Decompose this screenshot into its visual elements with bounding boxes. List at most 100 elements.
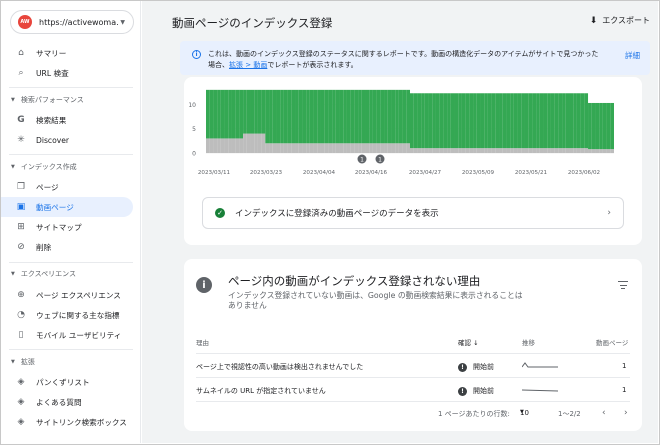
bar-not-indexed (543, 148, 548, 153)
table-row[interactable]: ページ上で視認性の高い動画は検出されませんでした ! 開始前 1 (196, 353, 630, 377)
bar-not-indexed (461, 148, 466, 153)
section-enhancements[interactable]: ▼ 拡張 (11, 357, 35, 367)
bar-indexed (569, 93, 574, 149)
bar-indexed (265, 89, 270, 144)
chevron-right-icon[interactable]: › (624, 408, 628, 418)
bar-not-indexed (550, 148, 555, 153)
bar-indexed (610, 102, 614, 150)
bar-indexed (398, 89, 403, 144)
bar-not-indexed (235, 138, 240, 153)
reason-cell: ページ上で視認性の高い動画は検出されませんでした (196, 363, 364, 371)
sidebar-item-discover[interactable]: ✳ Discover (1, 130, 133, 150)
chevron-left-icon[interactable]: ‹ (602, 408, 606, 418)
sidebar-item-label: よくある質問 (36, 397, 82, 407)
sidebar-item-faq[interactable]: ◈ よくある質問 (1, 392, 133, 412)
bar-not-indexed (391, 143, 396, 153)
bar-indexed (517, 93, 522, 149)
bar-not-indexed (487, 148, 492, 153)
section-experience[interactable]: ▼ エクスペリエンス (11, 269, 76, 279)
bar-not-indexed (573, 148, 577, 153)
sidebar-item-mobile-usability[interactable]: ▯ モバイル ユーザビリティ (1, 325, 133, 345)
sidebar-item-search-results[interactable]: G 検索結果 (1, 110, 133, 130)
export-button[interactable]: ⬇ エクスポート (590, 15, 650, 26)
bar-indexed (495, 93, 500, 149)
column-header-reason[interactable]: 理由 (196, 337, 209, 347)
bar-not-indexed (369, 143, 373, 153)
bar-not-indexed (313, 143, 318, 153)
bar-not-indexed (484, 148, 488, 153)
bar-not-indexed (465, 148, 470, 153)
filter-icon[interactable] (618, 281, 628, 292)
column-header-pages[interactable]: 動画ページ (596, 337, 628, 347)
bar-not-indexed (402, 143, 407, 153)
bar-indexed (295, 89, 299, 144)
bar-indexed (576, 93, 581, 149)
column-header-trend[interactable]: 推移 (522, 337, 535, 347)
sidebar-item-sitelinks-searchbox[interactable]: ◈ サイトリンク検索ボックス (1, 412, 133, 432)
bar-indexed (287, 89, 292, 144)
bar-indexed (369, 89, 373, 144)
sidebar: AW https://activewoma... ▼ ⌂ サマリー ⌕ URL … (1, 1, 141, 443)
sidebar-item-breadcrumbs[interactable]: ◈ パンくずリスト (1, 372, 133, 392)
column-header-validation[interactable]: 確認 ↓ (458, 337, 479, 347)
bar-indexed (280, 89, 284, 144)
eye-off-icon: ⊘ (17, 242, 25, 252)
sidebar-item-url-inspection[interactable]: ⌕ URL 検査 (1, 63, 133, 83)
view-indexed-video-pages-row[interactable]: ✓ インデックスに登録済みの動画ページのデータを表示 › (202, 197, 624, 229)
property-name: https://activewoma... (39, 17, 119, 27)
sidebar-item-page-experience[interactable]: ⊕ ページ エクスペリエンス (1, 285, 133, 305)
bar-indexed (224, 89, 229, 139)
bar-not-indexed (539, 148, 544, 153)
x-tick-label: 2023/04/04 (303, 170, 336, 176)
section-indexing[interactable]: ▼ インデックス作成 (11, 162, 77, 172)
section-search-performance[interactable]: ▼ 検索パフォーマンス (11, 95, 84, 105)
speed-icon: ◔ (17, 310, 25, 320)
sidebar-item-removals[interactable]: ⊘ 削除 (1, 237, 133, 257)
bar-indexed (502, 93, 507, 149)
reasons-card: i ページ内の動画がインデックス登録されない理由 インデックス登録されていない動… (184, 259, 642, 431)
bar-not-indexed (506, 148, 511, 153)
bar-indexed (395, 89, 399, 144)
sidebar-item-core-web-vitals[interactable]: ◔ ウェブに関する主な指標 (1, 305, 133, 325)
bar-not-indexed (532, 148, 537, 153)
bar-indexed (487, 93, 492, 149)
bar-indexed (206, 89, 210, 139)
bar-not-indexed (224, 138, 229, 153)
sidebar-item-label: ウェブに関する主な指標 (36, 310, 120, 320)
bar-indexed (506, 93, 511, 149)
bar-not-indexed (554, 148, 559, 153)
x-tick-label: 2023/03/11 (198, 170, 231, 176)
bar-not-indexed (365, 143, 370, 153)
bar-not-indexed (447, 148, 451, 153)
learn-more-link[interactable]: 詳細 (625, 50, 640, 61)
sidebar-item-video-pages[interactable]: ▣ 動画ページ (1, 197, 133, 217)
bar-not-indexed (395, 143, 399, 153)
bar-not-indexed (324, 143, 329, 153)
enhancements-video-link[interactable]: 拡張 > 動画 (229, 61, 267, 69)
sidebar-item-summary[interactable]: ⌂ サマリー (1, 43, 133, 63)
bar-not-indexed (246, 133, 251, 153)
bar-indexed (313, 89, 318, 144)
bar-indexed (361, 89, 366, 144)
pagination: 1 ページあたりの行数: 10 ▼ 1〜2/2 ‹ › (184, 408, 642, 425)
bar-not-indexed (231, 138, 236, 153)
bar-indexed (562, 93, 566, 149)
sidebar-item-label: サイトマップ (36, 222, 82, 232)
bar-not-indexed (473, 148, 477, 153)
asterisk-icon: ✳ (17, 135, 25, 145)
banner-text: これは、動画のインデックス登録のステータスに関するレポートです。動画の構造化デー… (208, 49, 600, 71)
table-row[interactable]: サムネイルの URL が指定されていません ! 開始前 1 (196, 377, 630, 401)
sidebar-item-sitemap[interactable]: ⊞ サイトマップ (1, 217, 133, 237)
bar-not-indexed (569, 148, 574, 153)
bar-indexed (588, 102, 592, 150)
sidebar-item-pages[interactable]: ❐ ページ (1, 177, 133, 197)
bar-not-indexed (565, 148, 570, 153)
bar-not-indexed (602, 149, 607, 153)
bar-indexed (261, 89, 266, 134)
bar-indexed (343, 89, 347, 144)
bar-indexed (554, 93, 559, 149)
rows-per-page-label: 1 ページあたりの行数: (438, 410, 510, 418)
bar-not-indexed (606, 149, 611, 153)
property-selector[interactable]: AW https://activewoma... ▼ (10, 10, 134, 34)
pages-icon: ❐ (16, 182, 26, 192)
